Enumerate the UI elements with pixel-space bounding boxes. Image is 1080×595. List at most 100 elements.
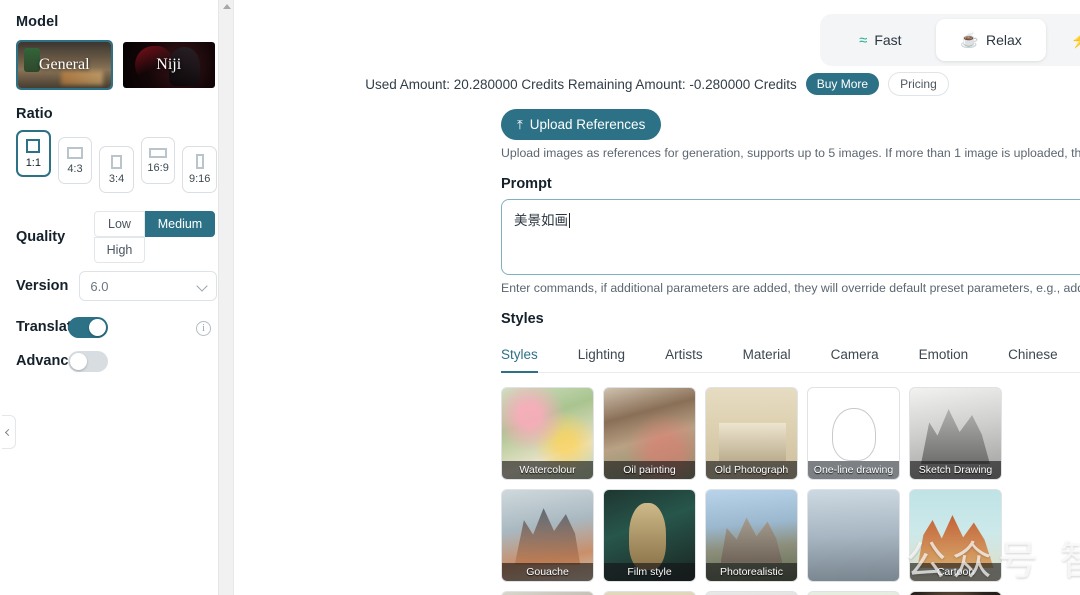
prompt-hint-text: Enter commands, if additional parameters… (501, 281, 1080, 295)
ratio-option-list: 1:1 4:3 3:4 16:9 9:16 (16, 130, 217, 193)
generation-mode-switcher: ≈ Fast ☕ Relax ⚡ Turbo (820, 14, 1080, 66)
ratio-option-16-9[interactable]: 16:9 (140, 137, 176, 184)
version-label: Version (16, 278, 69, 294)
style-card[interactable]: Old Photograph (705, 387, 798, 480)
ratio-portrait-icon (111, 154, 123, 169)
advanced-toggle[interactable] (68, 350, 108, 372)
settings-sidebar: Model General Niji Ratio 1:1 4:3 3:4 16:… (0, 0, 234, 595)
main-panel: ≈ Fast ☕ Relax ⚡ Turbo Used Amount: 20.2… (234, 0, 1080, 595)
credits-bar: Used Amount: 20.280000 Credits Remaining… (234, 72, 1080, 96)
style-card[interactable]: Watercolour (501, 387, 594, 480)
ratio-square-icon (26, 138, 41, 153)
style-card[interactable]: Paper cut craft (807, 591, 900, 595)
ratio-wide-icon (149, 147, 168, 158)
style-card[interactable]: Sketch Drawing (909, 387, 1002, 480)
ratio-section: Ratio 1:1 4:3 3:4 16:9 9:16 (16, 106, 217, 193)
model-option-niji[interactable]: Niji (121, 40, 218, 90)
tab-camera[interactable]: Camera (831, 341, 897, 372)
ratio-16-9-label: 16:9 (147, 161, 169, 174)
style-card[interactable]: One-line drawing (807, 387, 900, 480)
ratio-option-1-1[interactable]: 1:1 (16, 130, 51, 177)
ratio-option-4-3[interactable]: 4:3 (57, 137, 93, 184)
style-card[interactable]: 1800s (603, 591, 696, 595)
translation-toggle[interactable] (68, 316, 108, 338)
buy-more-button[interactable]: Buy More (805, 73, 880, 95)
ratio-4-3-label: 4:3 (67, 162, 83, 175)
style-card[interactable]: 1980s (705, 591, 798, 595)
ratio-9-16-label: 9:16 (188, 173, 211, 185)
model-option-general[interactable]: General (16, 40, 113, 90)
upload-hint-text: Upload images as references for generati… (501, 146, 1080, 160)
quality-section: Quality Low Medium High (16, 211, 217, 263)
credits-text: Used Amount: 20.280000 Credits Remaining… (365, 76, 797, 92)
coffee-cup-icon: ☕ (960, 31, 979, 49)
upload-icon: ⤒ (517, 116, 523, 132)
upload-references-button[interactable]: ⤒ Upload References (501, 109, 662, 140)
style-card-label: Watercolour (502, 461, 593, 479)
ratio-tall-icon (195, 154, 204, 169)
tab-lighting[interactable]: Lighting (578, 341, 643, 372)
wind-icon: ≈ (859, 31, 868, 49)
text-caret (569, 213, 570, 228)
mode-button-relax[interactable]: ☕ Relax (935, 19, 1047, 61)
upload-button-label: Upload References (529, 117, 646, 132)
toggle-knob (70, 352, 87, 370)
style-card[interactable]: Marble Statue (501, 591, 594, 595)
translation-section: Translation i (16, 316, 217, 338)
style-card-label: One-line drawing (808, 461, 899, 479)
style-card[interactable] (807, 489, 900, 582)
style-card[interactable]: Oil painting (603, 387, 696, 480)
app-root: Model General Niji Ratio 1:1 4:3 3:4 16:… (0, 0, 1080, 595)
model-option-list: General Niji (16, 40, 217, 90)
sidebar-collapse-button[interactable] (2, 415, 16, 449)
scroll-up-arrow-icon[interactable] (223, 4, 231, 9)
quality-option-low[interactable]: Low (94, 211, 145, 237)
style-card-label: Film style (604, 563, 695, 581)
version-section: Version 6.0 (16, 271, 217, 301)
ratio-1-1-label: 1:1 (25, 156, 41, 169)
style-card[interactable]: Cartoon (909, 489, 1002, 582)
style-card-label: Photorealistic (706, 563, 797, 581)
tab-styles[interactable]: Styles (501, 341, 556, 373)
style-card[interactable]: Film style (603, 489, 696, 582)
toggle-knob (89, 318, 106, 336)
prompt-value: 美景如画 (514, 213, 568, 228)
style-card[interactable]: Photorealistic (705, 489, 798, 582)
style-card-label: Gouache (502, 563, 593, 581)
tab-chinese[interactable]: Chinese (1008, 341, 1076, 372)
quality-option-list: Low Medium High (84, 211, 215, 263)
ratio-option-9-16[interactable]: 9:16 (182, 146, 217, 193)
style-card[interactable]: Gouache (501, 489, 594, 582)
model-niji-label: Niji (156, 56, 182, 73)
advanced-section: Advanced (16, 350, 217, 372)
lightning-bolt-icon: ⚡ (1071, 33, 1080, 48)
style-card-label: Cartoon (910, 563, 1001, 581)
styles-card-grid: Watercolour Oil painting Old Photograph One… (501, 387, 1080, 595)
tab-artists[interactable]: Artists (665, 341, 721, 372)
ratio-option-3-4[interactable]: 3:4 (99, 146, 134, 193)
mode-button-fast[interactable]: ≈ Fast (825, 19, 936, 61)
sidebar-scrollbar[interactable] (218, 0, 233, 595)
quality-section-label: Quality (16, 229, 66, 245)
mode-button-turbo[interactable]: ⚡ Turbo (1046, 19, 1080, 61)
info-icon[interactable]: i (196, 321, 211, 336)
chevron-down-icon (196, 280, 208, 292)
style-card-label: Sketch Drawing (910, 461, 1001, 479)
prompt-input[interactable]: 美景如画 (501, 199, 1080, 275)
styles-tab-bar: Styles Lighting Artists Material Camera … (501, 341, 1080, 373)
pricing-button[interactable]: Pricing (888, 72, 949, 96)
style-card-label: Oil painting (604, 461, 695, 479)
chevron-left-icon (4, 428, 13, 436)
tab-material[interactable]: Material (743, 341, 809, 372)
tab-emotion[interactable]: Emotion (919, 341, 987, 372)
version-select[interactable]: 6.0 (79, 271, 217, 301)
ratio-section-label: Ratio (16, 106, 53, 122)
style-card-label: Old Photograph (706, 461, 797, 479)
quality-option-high[interactable]: High (94, 237, 145, 263)
model-general-label: General (38, 56, 90, 73)
prompt-label: Prompt (501, 176, 552, 192)
style-card[interactable]: Pastel drawing (909, 591, 1002, 595)
quality-option-medium[interactable]: Medium (145, 211, 215, 237)
ratio-landscape-icon (66, 146, 83, 159)
styles-section-label: Styles (501, 311, 544, 327)
